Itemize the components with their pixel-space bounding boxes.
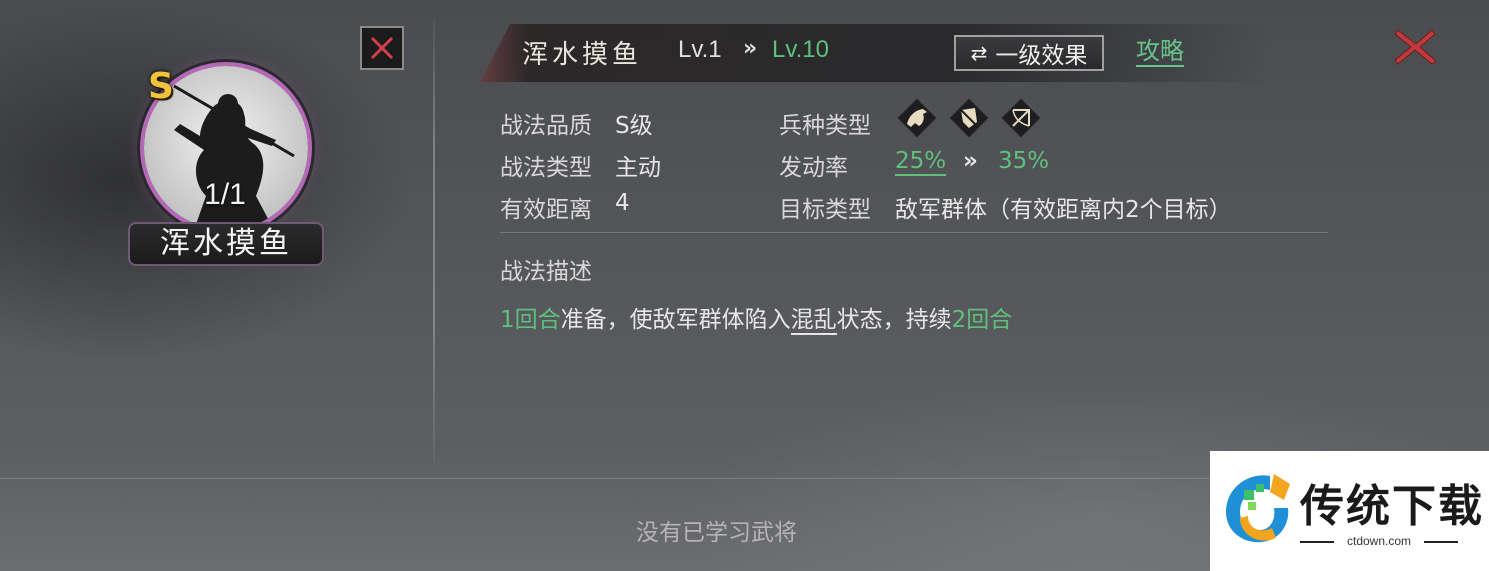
close-icon	[1394, 29, 1437, 65]
skill-name-plate: 浑水摸鱼	[128, 222, 324, 266]
type-value: 主动	[615, 155, 661, 181]
guide-link[interactable]: 攻略	[1136, 37, 1184, 67]
shield-icon	[947, 96, 991, 140]
duration-rounds: 2回合	[951, 307, 1013, 333]
close-small-button[interactable]	[360, 26, 404, 70]
swap-icon: ⇄	[970, 41, 988, 65]
quality-label: 战法品质	[500, 113, 592, 139]
desc-part-1: 准备，使敌军群体陷入	[560, 307, 791, 333]
level-from: Lv.1	[678, 36, 722, 63]
effect-button-label: 一级效果	[995, 43, 1088, 69]
level-arrow-icon: »	[743, 36, 758, 61]
close-icon	[370, 36, 394, 60]
target-type-value: 敌军群体（有效距离内2个目标）	[895, 197, 1232, 223]
chaos-status-link[interactable]: 混乱	[790, 307, 837, 335]
target-type-label: 目标类型	[779, 197, 871, 223]
level-to: Lv.10	[772, 36, 829, 63]
description-text: 1回合准备，使敌军群体陷入混乱状态，持续2回合	[500, 300, 1013, 335]
trigger-rate-to: 35%	[998, 148, 1050, 174]
skill-title: 浑水摸鱼	[522, 40, 643, 70]
watermark-title: 传统下载	[1300, 481, 1484, 532]
prep-rounds: 1回合	[500, 307, 561, 333]
troop-icons	[895, 96, 1043, 140]
trigger-rate-label: 发动率	[779, 155, 848, 181]
level-effect-toggle-button[interactable]: ⇄ 一级效果	[954, 35, 1104, 71]
type-label: 战法类型	[500, 155, 592, 181]
vertical-divider	[433, 20, 435, 462]
description-title: 战法描述	[500, 259, 592, 285]
close-panel-button[interactable]	[1392, 26, 1438, 66]
range-value: 4	[615, 190, 630, 216]
quality-value: S级	[615, 113, 653, 139]
bow-icon	[999, 96, 1043, 140]
rate-arrow-icon: »	[963, 148, 978, 174]
no-learned-generals-note: 没有已学习武将	[636, 520, 797, 546]
desc-part-3: 状态，持续	[836, 307, 952, 333]
cavalry-icon	[895, 96, 939, 140]
section-divider	[500, 232, 1328, 233]
range-label: 有效距离	[500, 197, 592, 223]
watermark-rule-right	[1424, 541, 1458, 543]
watermark-logo-icon	[1218, 466, 1294, 548]
skill-count: 1/1	[204, 178, 246, 211]
troop-type-label: 兵种类型	[779, 113, 871, 139]
grade-badge: S	[148, 66, 174, 107]
trigger-rate-from: 25%	[895, 148, 947, 176]
